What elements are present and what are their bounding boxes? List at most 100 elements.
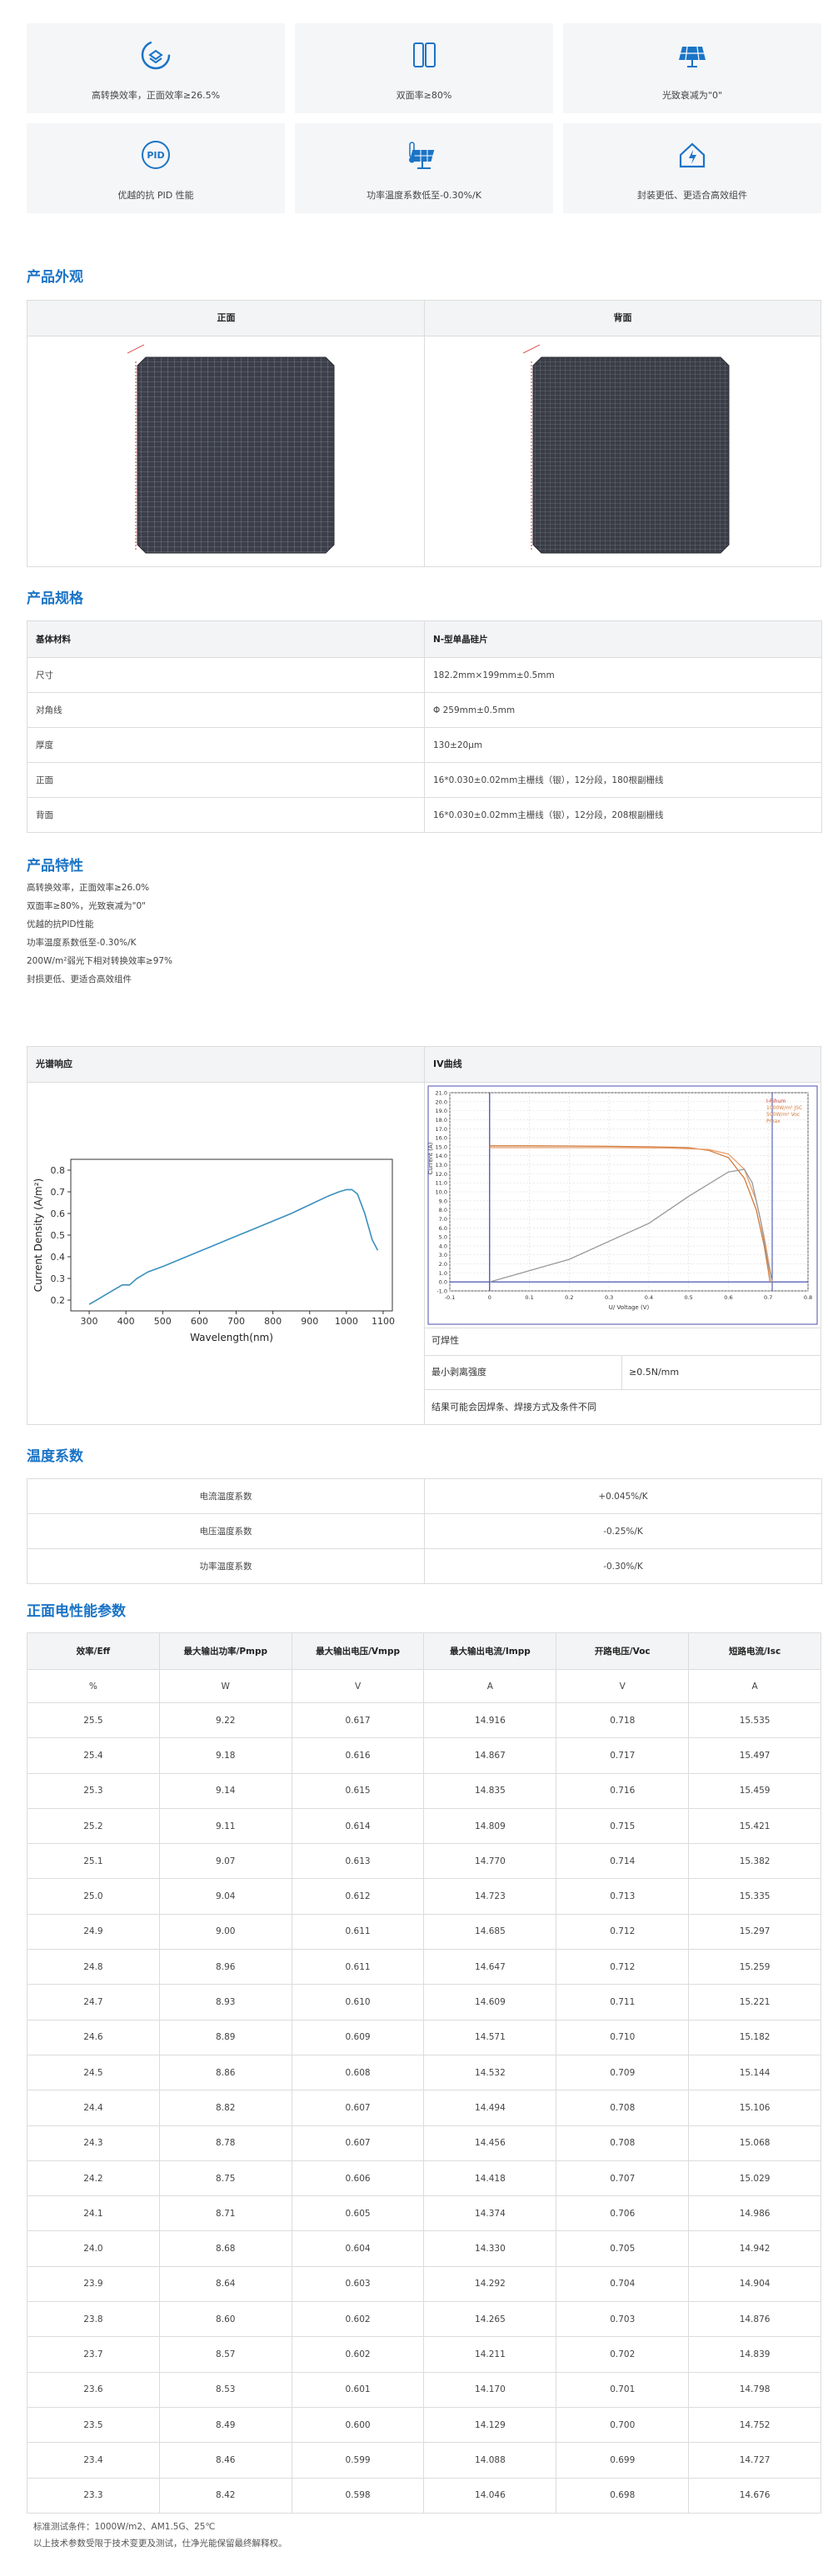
table-cell: 8.68 xyxy=(158,2230,292,2267)
table-cell: 14.835 xyxy=(423,1772,557,1809)
feature-card: PID 优越的抗 PID 性能 xyxy=(27,123,285,213)
table-cell: 0.701 xyxy=(556,2371,690,2408)
spectral-chart-cell: 300 400 500 600 700 800 900 1000 1100 0.2 0.3 0.4 0.… xyxy=(27,1082,425,1425)
cell-front-image xyxy=(127,344,335,554)
iv-curve-chart: -1.00.01.02.03.04.05.06.07.08.09.010.011… xyxy=(427,1085,818,1325)
table-cell: 8.60 xyxy=(158,2301,292,2338)
table-cell: 8.86 xyxy=(158,2054,292,2091)
iv-chart-cell: -1.0 0.0 1.0 2.0 3.0 4.0 5.0 6.0 7.0 8.0 9.0 10.0 11… xyxy=(424,1082,821,1328)
table-cell: 0.600 xyxy=(291,2406,425,2444)
table-cell: 14.647 xyxy=(423,1949,557,1986)
table-cell: 0.704 xyxy=(556,2265,690,2303)
x-tick-label: 0.5 xyxy=(684,1294,692,1301)
feature-card: 高转换效率，正面效率≥26.5% xyxy=(27,23,285,113)
table-cell: 8.53 xyxy=(158,2371,292,2408)
feature-card: 封装更低、更适合高效组件 xyxy=(563,123,821,213)
table-cell: 0.702 xyxy=(556,2336,690,2373)
temperature-value: -0.30%/K xyxy=(424,1548,822,1584)
table-row: 24.9 9.00 0.611 14.685 0.712 15.297 xyxy=(27,1913,821,1951)
table-cell: 8.93 xyxy=(158,1984,292,2020)
y-tick-label: 21.0 xyxy=(436,1090,447,1097)
back-label: 背面 xyxy=(613,312,632,323)
table-cell: 0.715 xyxy=(556,1807,690,1845)
feature-text: 封装更低、更适合高效组件 xyxy=(637,190,747,201)
temperature-row: 电压温度系数 -0.25%/K xyxy=(27,1513,822,1549)
specs-table: 基体材料 N-型单晶硅片 尺寸 182.2mm×199mm±0.5mm 对角线 Φ 2… xyxy=(27,620,822,833)
spectral-header-cell: 光谱响应 xyxy=(27,1046,425,1083)
table-cell: 0.707 xyxy=(556,2160,690,2197)
bifacial-icon xyxy=(413,42,436,67)
table-cell: 8.78 xyxy=(158,2125,292,2161)
table-cell: 14.685 xyxy=(423,1913,557,1951)
spec-value: Φ 259mm±0.5mm xyxy=(424,692,822,728)
table-cell: 24.2 xyxy=(27,2160,160,2197)
table-cell: 14.986 xyxy=(688,2195,821,2232)
legend-entry: 500W/m² Voc xyxy=(766,1112,800,1118)
table-cell: 25.0 xyxy=(27,1878,160,1915)
plot-frame xyxy=(70,1158,393,1312)
x-tick-label: 0.8 xyxy=(804,1294,812,1301)
table-cell: 15.497 xyxy=(688,1737,821,1774)
table-cell: 24.9 xyxy=(27,1913,160,1951)
x-tick-label: 0.6 xyxy=(724,1294,732,1301)
solderability-value: ≥0.5N/mm xyxy=(629,1367,680,1378)
table-cell: 0.709 xyxy=(556,2054,690,2091)
appearance-front-header: 正面 xyxy=(27,300,425,336)
table-cell: 0.711 xyxy=(556,1984,690,2020)
table-row: 24.7 8.93 0.610 14.609 0.711 15.221 xyxy=(27,1984,821,2020)
table-row: 23.4 8.46 0.599 14.088 0.699 14.727 xyxy=(27,2442,821,2479)
y-axis-label: Current (A) xyxy=(427,1142,434,1174)
table-cell: 15.221 xyxy=(688,1984,821,2020)
feature-card: 双面率≥80% xyxy=(295,23,553,113)
table-cell: 23.8 xyxy=(27,2301,160,2338)
y-tick-label: 3.0 xyxy=(439,1252,447,1258)
y-tick-label: 6.0 xyxy=(439,1225,447,1232)
table-cell: 0.601 xyxy=(291,2371,425,2408)
spectral-response-chart: 300 400 500 600 700 800 900 1000 1100 0.2 0.3 0.4 0.… xyxy=(32,1158,395,1343)
footnote: 以上技术参数受限于技术变更及测试，仕净光能保留最终解释权。 xyxy=(33,2539,287,2549)
spec-value: 16*0.030±0.02mm主栅线（银），12分段，180根副栅线 xyxy=(424,762,822,798)
spec-label: 背面 xyxy=(27,797,425,833)
spec-row: 背面 16*0.030±0.02mm主栅线（银），12分段，208根副栅线 xyxy=(27,797,822,833)
table-cell: W xyxy=(158,1669,292,1703)
table-cell: 23.7 xyxy=(27,2336,160,2373)
table-cell: 0.612 xyxy=(291,1878,425,1915)
table-row: 24.3 8.78 0.607 14.456 0.708 15.068 xyxy=(27,2125,821,2161)
table-cell: 14.265 xyxy=(423,2301,557,2338)
temperature-label: 电压温度系数 xyxy=(27,1513,425,1549)
pid-icon: PID xyxy=(142,141,170,169)
x-tick-label: 500 xyxy=(154,1316,172,1327)
characteristic-item: 200W/m²弱光下相对转换效率≥97% xyxy=(27,956,173,966)
table-cell: 9.11 xyxy=(158,1807,292,1845)
table-cell: 14.876 xyxy=(688,2301,821,2338)
table-cell: 24.3 xyxy=(27,2125,160,2161)
table-row: 25.2 9.11 0.614 14.809 0.715 15.421 xyxy=(27,1807,821,1845)
solderability-label: 最小剥离强度 xyxy=(431,1367,486,1378)
y-tick-label: 8.0 xyxy=(439,1207,447,1213)
temperature-label: 功率温度系数 xyxy=(27,1548,425,1584)
table-cell: 23.5 xyxy=(27,2406,160,2444)
y-tick-label: 1.0 xyxy=(439,1270,447,1277)
characteristics-title: 产品特性 xyxy=(27,858,83,874)
column-header: 最大输出电流/Impp xyxy=(423,1632,557,1670)
x-tick-label: 0.2 xyxy=(565,1294,573,1301)
y-tick-label: 16.0 xyxy=(436,1135,447,1142)
x-tick-label: 400 xyxy=(117,1316,135,1327)
table-cell: 14.129 xyxy=(423,2406,557,2444)
spec-label: 厚度 xyxy=(27,727,425,763)
x-tick-label: 900 xyxy=(301,1316,318,1327)
feature-text: 功率温度系数低至-0.30%/K xyxy=(367,190,481,201)
table-cell: 14.046 xyxy=(423,2477,557,2514)
column-header: 最大输出功率/Pmpp xyxy=(158,1632,292,1670)
table-cell: 15.259 xyxy=(688,1949,821,1986)
table-cell: 15.335 xyxy=(688,1878,821,1915)
front-image-cell xyxy=(27,336,425,567)
table-cell: 24.1 xyxy=(27,2195,160,2232)
table-row: 24.8 8.96 0.611 14.647 0.712 15.259 xyxy=(27,1949,821,1986)
table-cell: 14.571 xyxy=(423,2019,557,2055)
table-cell: 25.5 xyxy=(27,1702,160,1739)
x-tick-label: 1000 xyxy=(335,1316,358,1327)
specs-header-material: 基体材料 xyxy=(27,620,425,658)
table-cell: 14.809 xyxy=(423,1807,557,1845)
table-cell: 14.330 xyxy=(423,2230,557,2267)
